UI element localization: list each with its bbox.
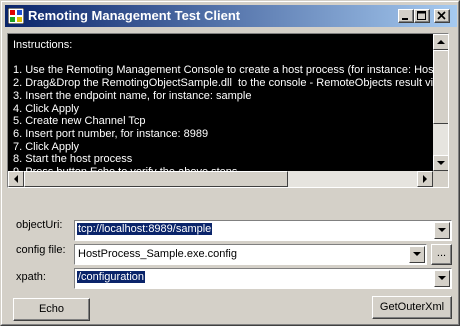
object-uri-combobox[interactable]: tcp://localhost:8989/sample xyxy=(74,220,452,241)
window-title: Remoting Management Test Client xyxy=(28,8,241,23)
xpath-label: xpath: xyxy=(16,271,46,283)
config-file-value[interactable]: HostProcess_Sample.exe.config xyxy=(78,248,237,260)
chevron-down-icon xyxy=(413,252,421,256)
xpath-value[interactable]: /configuration xyxy=(77,271,146,283)
console-line: Instructions: xyxy=(13,39,73,51)
scroll-left-button[interactable] xyxy=(8,171,24,187)
chevron-down-icon xyxy=(438,228,446,232)
console-line: 8. Start the host process xyxy=(13,153,133,166)
app-icon xyxy=(8,8,24,24)
arrow-right-icon xyxy=(423,175,427,183)
browse-config-button[interactable]: ... xyxy=(431,244,452,265)
console-line: 4. Click Apply xyxy=(13,102,80,115)
echo-button[interactable]: Echo xyxy=(13,298,90,321)
horizontal-scrollbar[interactable] xyxy=(8,171,433,187)
xpath-dropdown-button[interactable] xyxy=(434,270,450,287)
object-uri-value[interactable]: tcp://localhost:8989/sample xyxy=(77,223,213,235)
instructions-console[interactable]: Instructions: 1. Use the Remoting Manage… xyxy=(7,33,449,188)
console-line: 7. Click Apply xyxy=(13,140,80,153)
window-frame: Remoting Management Test Client Instruct… xyxy=(1,1,459,325)
vertical-scrollbar[interactable] xyxy=(433,34,448,171)
config-file-combobox[interactable]: HostProcess_Sample.exe.config xyxy=(74,244,427,265)
maximize-button[interactable] xyxy=(414,9,430,23)
object-uri-dropdown-button[interactable] xyxy=(434,222,450,239)
browse-button-label: ... xyxy=(436,247,447,259)
xpath-combobox[interactable]: /configuration xyxy=(74,268,452,289)
minimize-icon xyxy=(402,18,408,20)
minimize-button[interactable] xyxy=(398,9,414,23)
close-icon xyxy=(437,11,446,20)
object-uri-label: objectUri: xyxy=(16,219,63,231)
arrow-left-icon xyxy=(14,175,18,183)
scroll-down-button[interactable] xyxy=(433,155,448,171)
scroll-up-button[interactable] xyxy=(433,34,448,50)
main-window: Remoting Management Test Client Instruct… xyxy=(0,0,460,326)
console-line: 1. Use the Remoting Management Console t… xyxy=(13,64,433,77)
instructions-text: Instructions: 1. Use the Remoting Manage… xyxy=(13,39,433,179)
chevron-down-icon xyxy=(438,276,446,280)
scroll-corner xyxy=(433,171,448,187)
echo-button-label: Echo xyxy=(38,303,65,315)
get-outer-xml-button[interactable]: GetOuterXml xyxy=(372,296,452,319)
close-button[interactable] xyxy=(434,9,450,23)
console-line: 5. Create new Channel Tcp xyxy=(13,115,146,128)
get-outer-xml-button-label: GetOuterXml xyxy=(379,301,445,313)
console-line: 2. Drag&Drop the RemotingObjectSample.dl… xyxy=(13,77,433,90)
config-file-label: config file: xyxy=(16,244,66,256)
title-bar[interactable]: Remoting Management Test Client xyxy=(5,5,457,27)
maximize-icon xyxy=(417,11,426,20)
vertical-scroll-thumb[interactable] xyxy=(433,50,448,124)
arrow-down-icon xyxy=(437,161,445,165)
console-line: 3. Insert the endpoint name, for instanc… xyxy=(13,89,252,102)
console-line: 6. Insert port number, for instance: 898… xyxy=(13,127,209,140)
config-file-dropdown-button[interactable] xyxy=(409,246,425,263)
arrow-up-icon xyxy=(437,40,445,44)
scroll-right-button[interactable] xyxy=(417,171,433,187)
horizontal-scroll-thumb[interactable] xyxy=(24,171,288,187)
